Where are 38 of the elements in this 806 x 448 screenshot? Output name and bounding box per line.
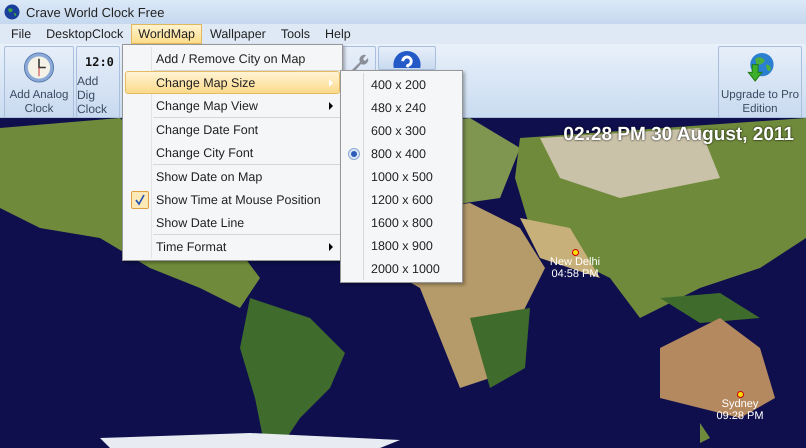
menu-item[interactable]: Tools bbox=[274, 24, 318, 44]
menu-item[interactable]: Show Time at Mouse Position bbox=[125, 188, 340, 211]
menu-item[interactable]: Change City Font bbox=[125, 141, 340, 164]
menu-item[interactable]: 1000 x 500 bbox=[343, 165, 460, 188]
submenu-arrow-icon bbox=[329, 78, 333, 86]
menu-item[interactable]: Wallpaper bbox=[203, 24, 273, 44]
menu-item[interactable]: File bbox=[4, 24, 38, 44]
checkmark-icon bbox=[134, 194, 146, 206]
menu-item[interactable]: Show Date Line bbox=[125, 211, 340, 234]
upgrade-button[interactable]: Upgrade to Pro Edition bbox=[718, 46, 802, 118]
menu-item[interactable]: 1600 x 800 bbox=[343, 211, 460, 234]
submenu-arrow-icon bbox=[329, 242, 333, 250]
add-analog-clock-button[interactable]: Add Analog Clock bbox=[4, 46, 74, 118]
menu-item[interactable]: Change Map Size bbox=[125, 71, 340, 94]
clock-icon bbox=[22, 51, 56, 84]
menu-item[interactable]: 1200 x 600 bbox=[343, 188, 460, 211]
city-name: Sydney bbox=[722, 398, 758, 410]
menu-item[interactable]: Show Date on Map bbox=[125, 165, 340, 188]
menu-item[interactable]: Add / Remove City on Map bbox=[125, 47, 340, 70]
menu-item[interactable]: WorldMap bbox=[131, 24, 202, 44]
help-icon bbox=[391, 51, 423, 68]
menu-item[interactable]: Change Date Font bbox=[125, 118, 340, 141]
menu-item[interactable]: DesktopClock bbox=[39, 24, 130, 44]
menu-item[interactable]: 800 x 400 bbox=[343, 142, 460, 165]
menu-item[interactable]: Change Map View bbox=[125, 94, 340, 117]
menu-item[interactable]: 2000 x 1000 bbox=[343, 257, 460, 280]
radio-dot-icon bbox=[348, 148, 360, 160]
menu-item[interactable]: Time Format bbox=[125, 235, 340, 258]
menu-item[interactable]: 480 x 240 bbox=[343, 96, 460, 119]
menu-item[interactable]: 400 x 200 bbox=[343, 73, 460, 96]
globe-icon bbox=[4, 4, 20, 20]
menu-item[interactable]: Help bbox=[318, 24, 358, 44]
help-button[interactable] bbox=[378, 46, 436, 70]
add-digital-clock-button[interactable]: 12:0 Add Dig Clock bbox=[76, 46, 120, 118]
menu-item[interactable]: 600 x 300 bbox=[343, 119, 460, 142]
menu-item[interactable]: 1800 x 900 bbox=[343, 234, 460, 257]
window-title: Crave World Clock Free bbox=[26, 4, 164, 20]
submenu-arrow-icon bbox=[329, 102, 333, 110]
